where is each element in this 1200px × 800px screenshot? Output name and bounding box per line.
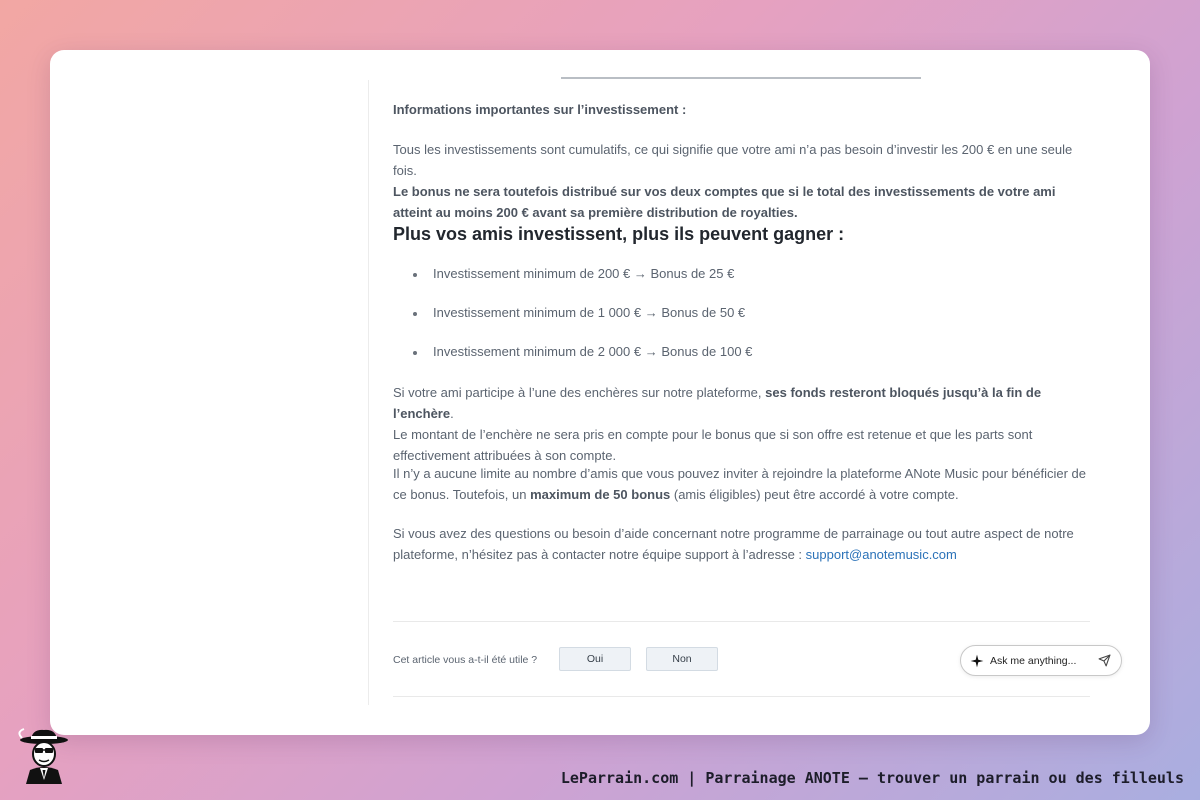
help-article-card: Informations importantes sur l’investiss… [50, 50, 1150, 735]
cumulative-paragraph: Tous les investissements sont cumulatifs… [393, 139, 1090, 223]
support-paragraph: Si vous avez des questions ou besoin d’a… [393, 523, 1090, 565]
limit-text-b: (amis éligibles) peut être accordé à vot… [673, 487, 959, 502]
sparkle-icon [970, 654, 984, 667]
feedback-divider-bottom [393, 696, 1090, 697]
cumulative-bold-text: Le bonus ne sera toutefois distribué sur… [393, 184, 1056, 220]
auction-paragraph: Si votre ami participe à l’une des enchè… [393, 382, 1090, 466]
support-email-link[interactable]: support@anotemusic.com [806, 547, 957, 562]
cumulative-text: Tous les investissements sont cumulatifs… [393, 142, 1073, 178]
limit-bold-text: maximum de 50 bonus [530, 487, 671, 502]
feedback-no-button[interactable]: Non [646, 647, 718, 671]
ask-assistant-input[interactable]: Ask me anything... [960, 645, 1122, 676]
support-text: Si vous avez des questions ou besoin d’a… [393, 526, 1074, 562]
footer-caption: LeParrain.com | Parrainage ANOTE — trouv… [560, 769, 1184, 787]
auction-text-b: . [450, 406, 454, 421]
feedback-question: Cet article vous a-t-il été utile ? [393, 654, 538, 666]
info-heading: Informations importantes sur l’investiss… [393, 102, 687, 117]
bonus-tier-2: Investissement minimum de 1 000 € → Bonu… [413, 303, 1073, 323]
leparrain-logo [18, 728, 68, 784]
send-icon[interactable] [1098, 654, 1111, 667]
feedback-yes-button[interactable]: Oui [559, 647, 631, 671]
sidebar-divider [368, 80, 369, 705]
auction-text-c: Le montant de l’enchère ne sera pris en … [393, 427, 1033, 463]
bonus-heading: Plus vos amis investissent, plus ils peu… [393, 224, 845, 244]
auction-text-a: Si votre ami participe à l’une des enchè… [393, 385, 762, 400]
bonus-tier-1: Investissement minimum de 200 € → Bonus … [413, 264, 1073, 284]
feedback-divider-top [393, 621, 1090, 622]
top-divider [561, 77, 921, 79]
limit-paragraph: Il n’y a aucune limite au nombre d’amis … [393, 463, 1090, 505]
ask-assistant-placeholder: Ask me anything... [990, 654, 1077, 667]
bonus-tier-3: Investissement minimum de 2 000 € → Bonu… [413, 342, 1073, 362]
